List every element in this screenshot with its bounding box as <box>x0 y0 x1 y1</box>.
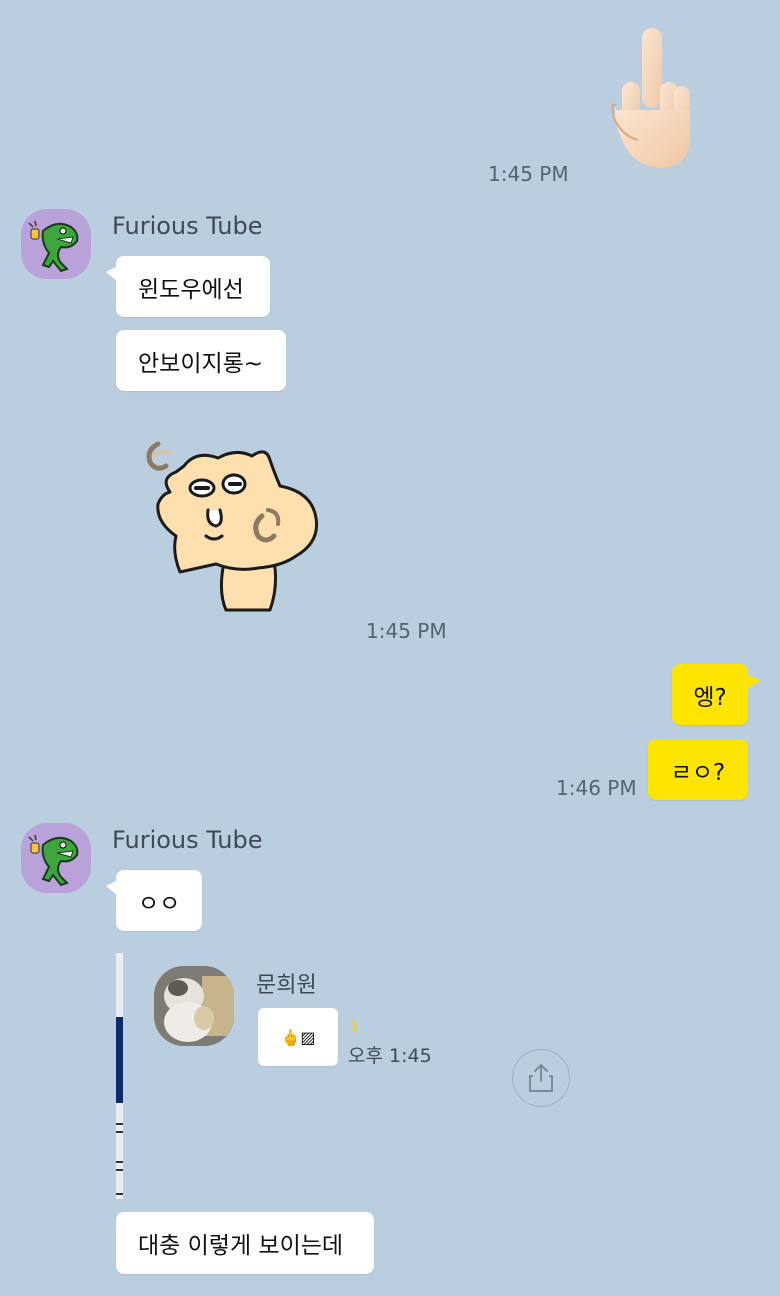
my-message-bubble[interactable]: 엥? <box>672 664 760 725</box>
screenshot-image-message[interactable]: 문희원 🖕▨ 1 오후 1:45 <box>116 953 472 1199</box>
timestamp: 1:45 PM <box>366 619 447 643</box>
bear-character-sticker <box>146 441 319 612</box>
message-bubble[interactable]: ㅇㅇ <box>106 870 202 931</box>
message-text: 대충 이렇게 보이는데 <box>138 1233 344 1259</box>
timestamp: 1:46 PM <box>556 776 637 800</box>
quoted-sender-name: 문희원 <box>256 973 317 998</box>
message-text: ㅇㅇ <box>138 890 181 917</box>
cat-photo-icon <box>154 966 234 1046</box>
message-text: 엥? <box>693 684 727 711</box>
timestamp: 1:45 PM <box>488 162 569 186</box>
screenshot-edge <box>116 953 123 1199</box>
middle-finger-icon <box>611 28 690 168</box>
middle-finger-emoji[interactable] <box>608 26 700 172</box>
message-bubble[interactable]: 안보이지롱~ <box>116 330 286 391</box>
message-text: 윈도우에선 <box>138 276 244 303</box>
cat-avatar <box>154 966 234 1046</box>
crocodile-character-icon <box>28 834 79 887</box>
share-button[interactable] <box>512 1049 570 1107</box>
message-text: ㄹㅇ? <box>670 759 726 786</box>
sender-name: Furious Tube <box>112 212 263 240</box>
crocodile-character-icon <box>28 220 79 273</box>
message-bubble[interactable]: 대충 이렇게 보이는데 <box>116 1212 374 1274</box>
message-bubble[interactable]: 윈도우에선 <box>106 256 270 317</box>
my-message-bubble[interactable]: ㄹㅇ? <box>648 739 748 800</box>
avatar[interactable] <box>21 209 91 279</box>
quoted-message-bubble: 🖕▨ <box>258 1008 338 1066</box>
share-icon <box>529 1064 553 1092</box>
quoted-timestamp: 오후 1:45 <box>348 1045 432 1067</box>
avatar[interactable] <box>21 823 91 893</box>
quoted-message-text: 🖕▨ <box>280 1027 316 1047</box>
unread-count: 1 <box>349 1017 360 1036</box>
bear-sticker[interactable] <box>140 432 330 614</box>
message-text: 안보이지롱~ <box>138 350 264 377</box>
sender-name: Furious Tube <box>112 826 263 854</box>
